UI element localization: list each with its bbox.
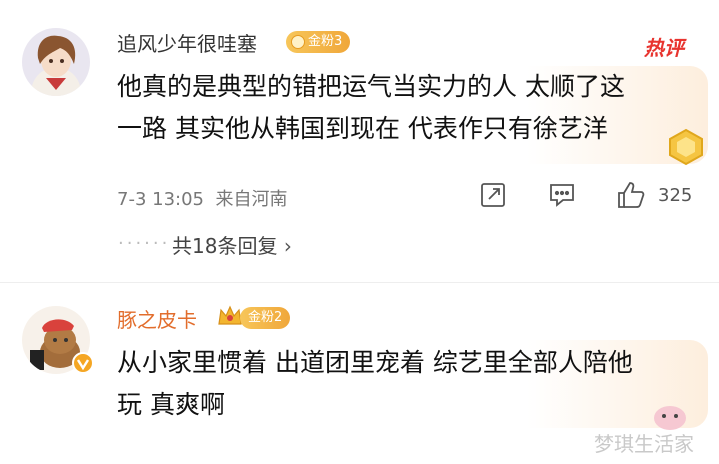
chevron-right-icon: › <box>283 234 292 258</box>
fan-badge: 金粉2 <box>240 307 291 329</box>
watermark: 梦琪生活家 <box>594 432 694 456</box>
like-count: 325 <box>658 185 693 206</box>
hot-comment-tag: 热评 <box>644 36 684 60</box>
comment-text: 他真的是典型的错把运气当实力的人 太顺了这 一路 其实他从韩国到现在 代表作只有… <box>117 72 625 143</box>
timestamp: 7-3 13:05 <box>117 189 204 210</box>
divider <box>0 282 719 283</box>
coin-icon <box>291 35 305 49</box>
location: 来自河南 <box>215 189 288 210</box>
like-button[interactable] <box>616 180 646 214</box>
thread-dots: ······ <box>118 233 171 254</box>
medal-icon <box>664 126 708 170</box>
comment-text: 从小家里惯着 出道团里宠着 综艺里全部人陪他 玩 真爽啊 <box>117 348 633 419</box>
username[interactable]: 豚之皮卡 <box>117 308 197 332</box>
username[interactable]: 追风少年很哇塞 <box>117 32 257 56</box>
comment-icon[interactable] <box>548 182 576 212</box>
thumbs-up-icon <box>618 182 645 208</box>
fan-badge: 金粉3 <box>286 31 351 53</box>
verified-icon <box>72 352 94 378</box>
view-replies-link[interactable]: 共18条回复 › <box>172 230 292 259</box>
avatar-user1[interactable] <box>22 28 90 96</box>
share-icon[interactable] <box>480 182 506 212</box>
comment-meta: 7-3 13:05 来自河南 <box>117 185 287 211</box>
